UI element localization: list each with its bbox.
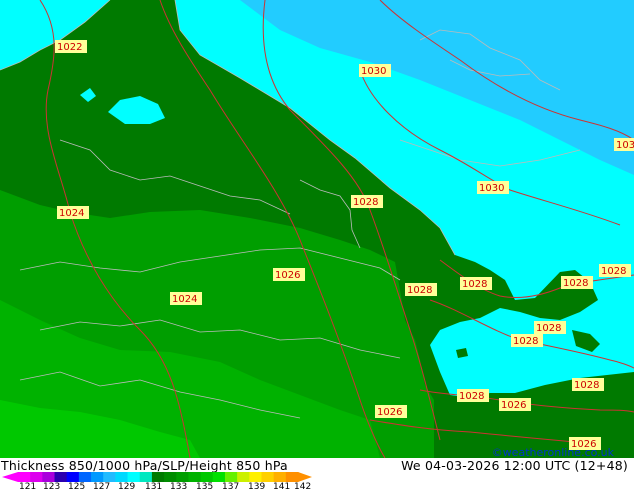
scale-tick-label: 121 xyxy=(19,482,37,492)
scale-tick-label: 125 xyxy=(68,482,86,492)
scale-swatch xyxy=(115,472,129,482)
footer: Thickness 850/1000 hPa/SLP/Height 850 hP… xyxy=(0,446,634,492)
svg-text:1028: 1028 xyxy=(601,266,626,277)
scale-swatch xyxy=(42,472,56,482)
svg-text:1028: 1028 xyxy=(574,380,599,391)
scale-swatch xyxy=(212,472,226,482)
svg-text:1026: 1026 xyxy=(377,407,402,418)
scale-swatch xyxy=(285,472,299,482)
scale-swatch xyxy=(66,472,80,482)
isobar-label: 1028 xyxy=(457,389,489,402)
scale-tick-label: 141 xyxy=(273,482,291,492)
svg-text:1028: 1028 xyxy=(536,323,561,334)
isobar-label: 1026 xyxy=(375,405,407,418)
svg-text:1024: 1024 xyxy=(172,294,197,305)
scale-tick-label: 133 xyxy=(170,482,188,492)
isobar-label: 1024 xyxy=(57,206,89,219)
scale-swatch xyxy=(261,472,275,482)
svg-text:1026: 1026 xyxy=(501,400,526,411)
scale-swatch xyxy=(176,472,189,482)
scale-swatch xyxy=(18,472,31,482)
isobar-label: 1028 xyxy=(405,283,437,296)
scale-swatch xyxy=(30,472,43,482)
scale-swatch xyxy=(200,472,214,482)
scale-swatch xyxy=(139,472,153,482)
scale-swatch xyxy=(103,472,116,482)
svg-text:1028: 1028 xyxy=(462,279,487,290)
credit-link[interactable]: ©weatheronline.co.uk xyxy=(492,446,614,459)
isobar-label: 1028 xyxy=(351,195,383,208)
svg-text:1024: 1024 xyxy=(59,208,84,219)
scale-tick-label: 135 xyxy=(196,482,214,492)
color-scale xyxy=(2,472,312,482)
svg-text:1026: 1026 xyxy=(275,270,300,281)
scale-tick-label: 129 xyxy=(118,482,136,492)
scale-swatch xyxy=(54,472,68,482)
svg-text:1028: 1028 xyxy=(407,285,432,296)
isobar-label: 1028 xyxy=(572,378,604,391)
scale-tick-label: 139 xyxy=(248,482,266,492)
isobar-label: 1028 xyxy=(534,321,566,334)
isobar-label: 1026 xyxy=(499,398,531,411)
isobar-label: 1030 xyxy=(359,64,391,77)
isobar-label: 1028 xyxy=(460,277,492,290)
isobar-label: 1024 xyxy=(170,292,202,305)
isobar-label: 1028 xyxy=(561,276,593,289)
valid-time: We 04-03-2026 12:00 UTC (12+48) xyxy=(401,458,628,473)
weather-map: 1022 1030 1030 1030 1024 1028 1026 1024 … xyxy=(0,0,634,458)
svg-text:1028: 1028 xyxy=(563,278,588,289)
scale-tick-label: 123 xyxy=(43,482,61,492)
isobar-label: 1030 xyxy=(477,181,509,194)
svg-text:1030: 1030 xyxy=(361,66,386,77)
map-title: Thickness 850/1000 hPa/SLP/Height 850 hP… xyxy=(1,458,288,473)
svg-text:1022: 1022 xyxy=(57,42,82,53)
isobar-label: 1030 xyxy=(614,138,634,151)
svg-text:1030: 1030 xyxy=(616,140,634,151)
svg-text:1030: 1030 xyxy=(479,183,504,194)
svg-text:1028: 1028 xyxy=(513,336,538,347)
scale-swatch xyxy=(224,472,238,482)
isobar-label: 1026 xyxy=(273,268,305,281)
svg-text:1028: 1028 xyxy=(353,197,378,208)
scale-swatch xyxy=(91,472,104,482)
isobar-label: 1022 xyxy=(55,40,87,53)
svg-text:1028: 1028 xyxy=(459,391,484,402)
scale-swatch xyxy=(273,472,287,482)
scale-swatch xyxy=(164,472,177,482)
scale-tick-label: 137 xyxy=(222,482,240,492)
scale-swatch xyxy=(127,472,141,482)
isobar-label: 1028 xyxy=(511,334,543,347)
scale-swatch xyxy=(237,472,250,482)
scale-arrow-right xyxy=(298,472,312,482)
scale-tick-label: 142 xyxy=(294,482,312,492)
scale-swatch xyxy=(188,472,202,482)
scale-swatch xyxy=(78,472,92,482)
scale-swatch xyxy=(151,472,165,482)
scale-arrow-left xyxy=(2,472,18,482)
scale-tick-label: 127 xyxy=(93,482,111,492)
isobar-label: 1028 xyxy=(599,264,631,277)
scale-swatch xyxy=(249,472,262,482)
scale-tick-label: 131 xyxy=(145,482,163,492)
